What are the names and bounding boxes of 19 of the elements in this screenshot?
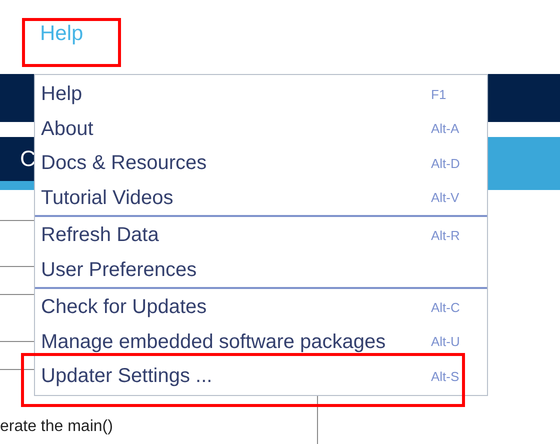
- menu-item[interactable]: Help F1: [35, 77, 487, 112]
- menu-item[interactable]: Check for Updates Alt-C: [35, 290, 487, 324]
- menu-item[interactable]: Tutorial Videos Alt-V: [35, 180, 487, 215]
- shortcut-text: Alt-S: [431, 368, 460, 386]
- shortcut-text: Alt-V: [431, 189, 460, 207]
- menu-item[interactable]: Updater Settings ... Alt-S: [35, 359, 487, 394]
- menu-item[interactable]: About Alt-A: [35, 112, 487, 146]
- menu-item[interactable]: Refresh Data Alt-R: [35, 218, 487, 252]
- menu-item[interactable]: User Preferences: [35, 252, 487, 287]
- shortcut-text: Alt-A: [431, 120, 460, 138]
- title-letter: C: [20, 148, 36, 170]
- menu-item[interactable]: Manage embedded software packages Alt-U: [35, 324, 487, 359]
- shortcut-text: Alt-R: [431, 226, 461, 244]
- shortcut-text: Alt-C: [431, 298, 461, 316]
- shortcut-text: F1: [431, 86, 448, 104]
- shortcut-text: Alt-U: [431, 333, 461, 351]
- body-text: erate the main(): [0, 417, 113, 437]
- shortcut-text: Alt-D: [431, 154, 461, 172]
- menu-item[interactable]: Docs & Resources Alt-D: [35, 146, 487, 180]
